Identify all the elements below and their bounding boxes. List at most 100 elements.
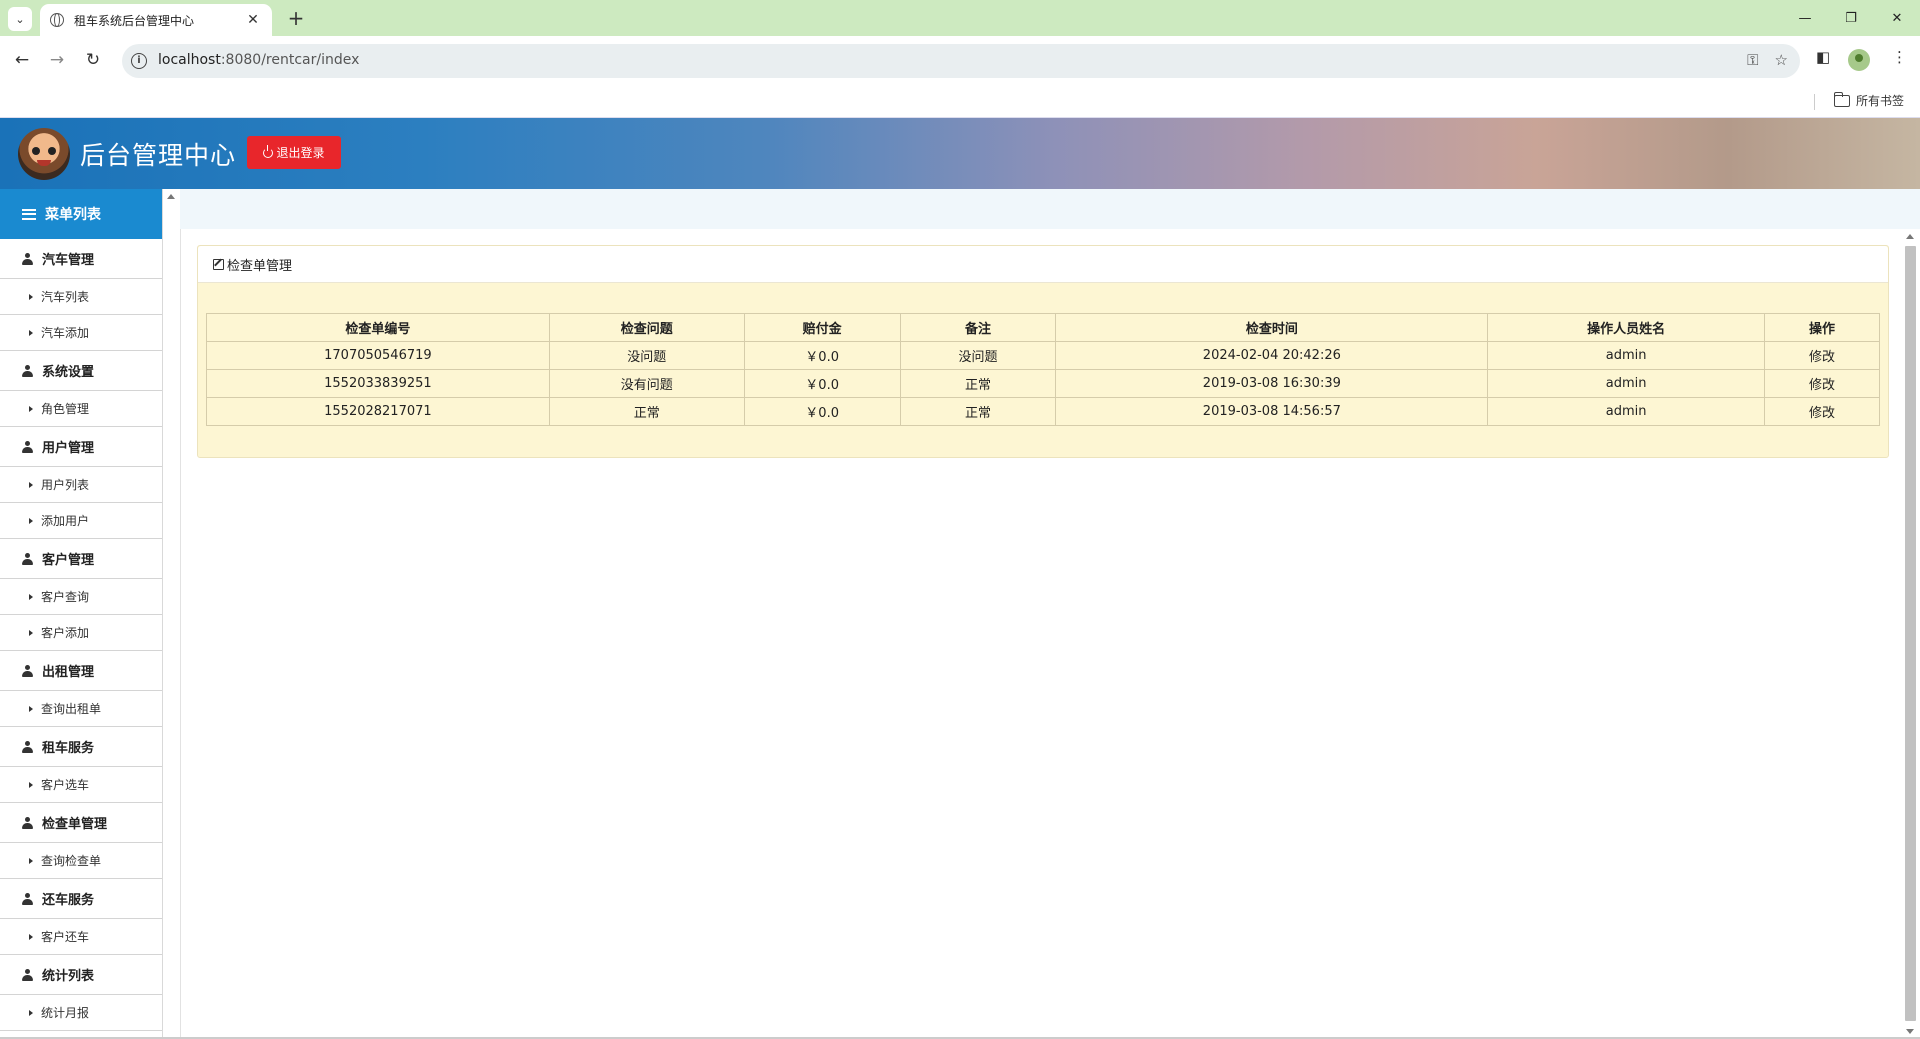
sidebar-group-label: 汽车管理 [42, 253, 95, 268]
sidebar-item-label: 统计月报 [41, 1006, 90, 1020]
sidebar-item-label: 查询出租单 [41, 702, 102, 716]
tab-search-chevron-icon[interactable]: ⌄ [8, 7, 32, 31]
page-title: 后台管理中心 [80, 141, 237, 170]
sidebar-group-settings[interactable]: 系统设置 [0, 351, 162, 391]
table-header-row: 检查单编号 检查问题 赔付金 备注 检查时间 操作人员姓名 操作 [206, 313, 1880, 342]
user-icon [22, 816, 33, 829]
cell-problem: 正常 [548, 397, 745, 426]
sidebar-group-label: 检查单管理 [42, 817, 108, 832]
side-panel-icon[interactable]: ◧ [1816, 48, 1830, 66]
cell-operator: admin [1487, 369, 1766, 398]
reload-icon[interactable]: ↻ [81, 48, 105, 72]
sidebar-item-choose-car[interactable]: 客户选车 [0, 767, 162, 803]
inspection-panel: 检查单管理 检查单编号 检查问题 赔付金 备注 检查时间 操作人员姓名 操作 1… [197, 245, 1889, 458]
sidebar-item-label: 用户列表 [41, 478, 90, 492]
sidebar-group-label: 客户管理 [42, 553, 95, 568]
logout-label: 退出登录 [276, 146, 325, 160]
scroll-up-icon[interactable] [167, 194, 175, 199]
sidebar-item-user-add[interactable]: 添加用户 [0, 503, 162, 539]
sidebar-group-rent-service[interactable]: 租车服务 [0, 727, 162, 767]
browser-tab[interactable]: 租车系统后台管理中心 ✕ [40, 4, 272, 36]
sidebar-item-label: 汽车添加 [41, 326, 90, 340]
menu-bars-icon [22, 208, 36, 220]
caret-right-icon [29, 1009, 33, 1016]
table-row: 1552033839251 没有问题 ￥0.0 正常 2019-03-08 16… [206, 369, 1880, 398]
tab-title: 租车系统后台管理中心 [74, 13, 195, 28]
site-info-icon[interactable]: i [131, 53, 147, 69]
sidebar-item-car-list[interactable]: 汽车列表 [0, 279, 162, 315]
sidebar-group-stats[interactable]: 统计列表 [0, 955, 162, 995]
sidebar-item-user-list[interactable]: 用户列表 [0, 467, 162, 503]
restore-icon[interactable]: ❐ [1828, 0, 1874, 36]
sidebar-group-label: 租车服务 [42, 741, 95, 756]
logout-button[interactable]: 退出登录 [247, 136, 341, 169]
new-tab-plus-icon[interactable]: + [284, 6, 308, 30]
sidebar-item-label: 汽车列表 [41, 290, 90, 304]
content-top-bar [180, 189, 1920, 229]
password-key-icon[interactable]: ⚿ [1747, 51, 1758, 69]
sidebar-item-label: 客户添加 [41, 626, 90, 640]
sidebar-item-rental-search[interactable]: 查询出租单 [0, 691, 162, 727]
scroll-down-icon[interactable] [1906, 1029, 1914, 1034]
sidebar-group-label: 统计列表 [42, 969, 95, 984]
sidebar-header: 菜单列表 [0, 189, 162, 239]
sidebar-title: 菜单列表 [45, 207, 101, 223]
edit-link[interactable]: 修改 [1764, 397, 1880, 426]
all-bookmarks-button[interactable]: 所有书签 [1833, 91, 1905, 109]
all-bookmarks-label: 所有书签 [1856, 94, 1905, 108]
sidebar-group-car[interactable]: 汽车管理 [0, 239, 162, 279]
sidebar-item-customer-search[interactable]: 客户查询 [0, 579, 162, 615]
sidebar-item-customer-add[interactable]: 客户添加 [0, 615, 162, 651]
edit-link[interactable]: 修改 [1764, 369, 1880, 398]
caret-right-icon [29, 593, 33, 600]
sidebar-group-customers[interactable]: 客户管理 [0, 539, 162, 579]
sidebar-item-label: 客户还车 [41, 930, 90, 944]
sidebar-group-users[interactable]: 用户管理 [0, 427, 162, 467]
sidebar-group-label: 还车服务 [42, 893, 95, 908]
kebab-menu-icon[interactable]: ⋮ [1892, 48, 1907, 66]
browser-toolbar: ← → ↻ i localhost:8080/rentcar/index ⚿ ☆… [0, 36, 1920, 86]
cell-operator: admin [1487, 397, 1766, 426]
caret-right-icon [29, 933, 33, 940]
sidebar-scrollbar[interactable] [163, 189, 180, 1039]
bookmark-star-icon[interactable]: ☆ [1775, 51, 1788, 69]
sidebar-item-car-add[interactable]: 汽车添加 [0, 315, 162, 351]
profile-avatar-icon[interactable] [1848, 49, 1870, 71]
sidebar-group-rental[interactable]: 出租管理 [0, 651, 162, 691]
scroll-up-icon[interactable] [1906, 234, 1914, 239]
cell-remark: 正常 [899, 369, 1057, 398]
edit-link[interactable]: 修改 [1764, 341, 1880, 370]
app-header: 后台管理中心 退出登录 [0, 118, 1920, 189]
cell-compensation: ￥0.0 [743, 341, 901, 370]
url-text[interactable]: localhost:8080/rentcar/index [158, 52, 359, 68]
caret-right-icon [29, 293, 33, 300]
cell-time: 2024-02-04 20:42:26 [1055, 341, 1489, 370]
caret-right-icon [29, 405, 33, 412]
caret-right-icon [29, 517, 33, 524]
sidebar-group-inspection[interactable]: 检查单管理 [0, 803, 162, 843]
sidebar-item-inspection-search[interactable]: 查询检查单 [0, 843, 162, 879]
sidebar-item-label: 角色管理 [41, 402, 90, 416]
window-close-icon[interactable]: ✕ [1874, 0, 1920, 36]
sidebar-item-roles[interactable]: 角色管理 [0, 391, 162, 427]
sidebar-item-customer-return[interactable]: 客户还车 [0, 919, 162, 955]
sidebar-item-monthly-report[interactable]: 统计月报 [0, 995, 162, 1031]
sidebar-group-return[interactable]: 还车服务 [0, 879, 162, 919]
globe-icon [50, 13, 64, 27]
sidebar-group-label: 系统设置 [42, 365, 95, 380]
back-arrow-icon[interactable]: ← [10, 48, 34, 72]
caret-right-icon [29, 629, 33, 636]
cell-id: 1552028217071 [206, 397, 550, 426]
minimize-icon[interactable]: — [1782, 0, 1828, 36]
tab-close-icon[interactable]: ✕ [244, 12, 262, 28]
bookmark-bar: 所有书签 [0, 86, 1920, 118]
forward-arrow-icon[interactable]: → [45, 48, 69, 72]
table-row: 1707050546719 没问题 ￥0.0 没问题 2024-02-04 20… [206, 341, 1880, 370]
panel-header: 检查单管理 [198, 246, 1888, 283]
address-bar[interactable]: i localhost:8080/rentcar/index ⚿ ☆ [122, 44, 1800, 78]
main-scrollbar[interactable] [1900, 229, 1920, 1039]
column-header: 赔付金 [743, 313, 901, 342]
sidebar-group-label: 出租管理 [42, 665, 95, 680]
cell-operator: admin [1487, 341, 1766, 370]
scrollbar-thumb[interactable] [1905, 246, 1916, 1021]
